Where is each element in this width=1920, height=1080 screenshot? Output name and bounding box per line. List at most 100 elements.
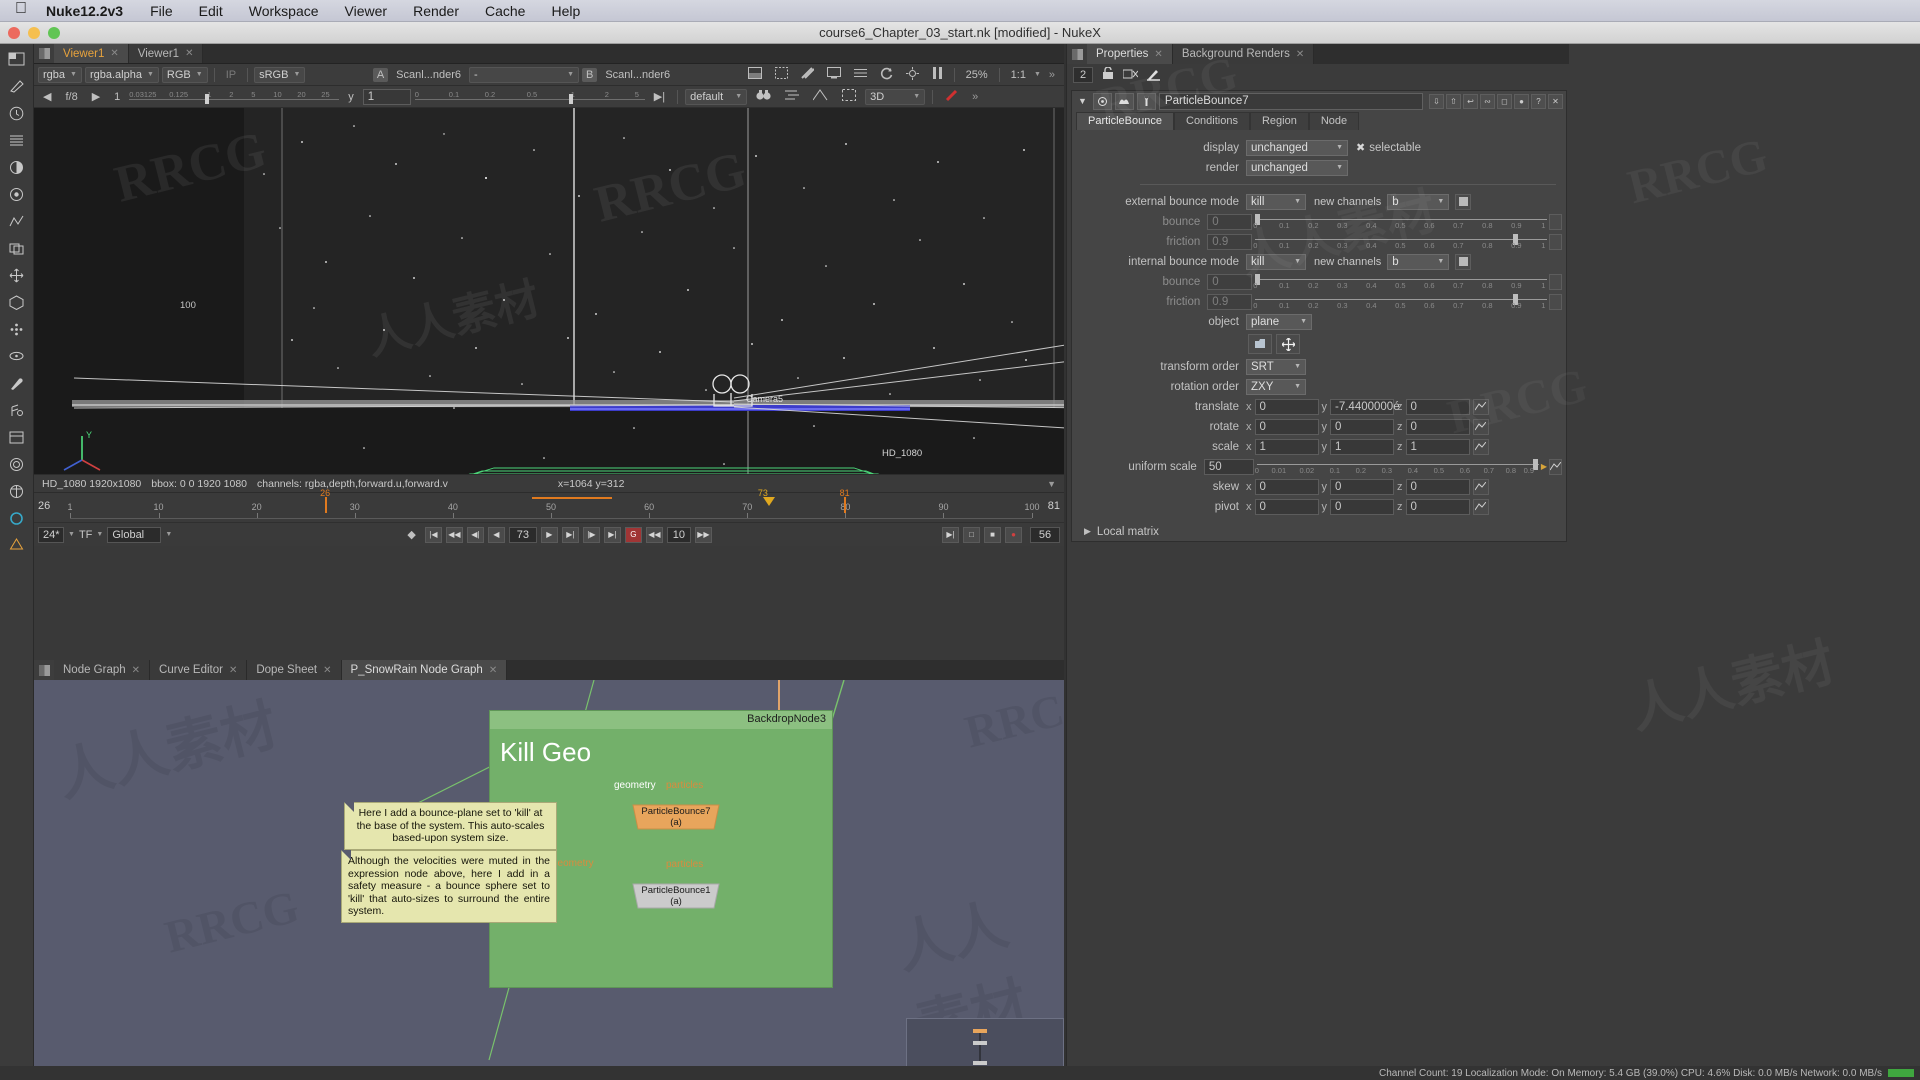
end-value-field[interactable]: 56 bbox=[1030, 526, 1061, 543]
chevron-down-icon[interactable]: ▼ bbox=[1034, 71, 1041, 78]
prev-keyframe-button[interactable]: ◀◀ bbox=[445, 526, 463, 543]
gain-reset-icon[interactable]: ◀ bbox=[38, 89, 56, 104]
scale-x-input[interactable]: 1 bbox=[1254, 438, 1319, 455]
tab-node-graph[interactable]: Node Graph ✕ bbox=[54, 660, 151, 680]
sticky-note-1[interactable]: Here I add a bounce-plane set to 'kill' … bbox=[344, 802, 557, 850]
object-dropdown[interactable]: plane ▼ bbox=[1246, 313, 1312, 330]
close-all-icon[interactable] bbox=[1122, 68, 1139, 83]
node-graph-panel-grip[interactable] bbox=[34, 660, 54, 680]
close-icon[interactable]: ✕ bbox=[229, 665, 237, 676]
scale-animation-button[interactable] bbox=[1472, 438, 1489, 455]
external-friction-input[interactable]: 0.9 bbox=[1207, 233, 1253, 250]
tab-dope-sheet[interactable]: Dope Sheet ✕ bbox=[247, 660, 342, 680]
transform-order-dropdown[interactable]: SRT ▼ bbox=[1246, 358, 1306, 375]
load-settings-icon[interactable]: ⇩ bbox=[1429, 93, 1444, 109]
internal-bounce-input[interactable]: 0 bbox=[1207, 273, 1253, 290]
node-tab-conditions[interactable]: Conditions bbox=[1174, 112, 1250, 130]
monitor-out-icon[interactable] bbox=[822, 66, 846, 83]
menubar-app-name[interactable]: Nuke12.2v3 bbox=[46, 3, 123, 19]
tab-background-renders[interactable]: Background Renders ✕ bbox=[1172, 44, 1315, 64]
expand-toolbar2-icon[interactable]: » bbox=[967, 90, 983, 104]
properties-panel-grip[interactable] bbox=[1067, 44, 1087, 64]
pixel-ratio[interactable]: 1:1 bbox=[1006, 68, 1031, 82]
keyframe-icon[interactable]: ◆ bbox=[402, 527, 420, 542]
toolsets-icon[interactable] bbox=[5, 480, 29, 502]
external-bounce-mode-dropdown[interactable]: kill ▼ bbox=[1246, 193, 1306, 210]
pivot-animation-button[interactable] bbox=[1472, 498, 1489, 515]
display-dropdown[interactable]: unchanged ▼ bbox=[1246, 139, 1348, 156]
external-bounce-input[interactable]: 0 bbox=[1207, 213, 1253, 230]
viewer-canvas[interactable]: Camera5 Y 100 HD_1080 bbox=[34, 108, 1064, 474]
menu-file[interactable]: File bbox=[150, 3, 173, 19]
close-button[interactable] bbox=[8, 27, 20, 39]
transform-nodes-icon[interactable] bbox=[5, 264, 29, 286]
timeline-track[interactable]: 1 10 20 30 40 50 60 70 80 90 100 bbox=[67, 488, 1040, 519]
tf-label[interactable]: TF bbox=[79, 529, 92, 541]
binoculars-icon[interactable] bbox=[751, 88, 776, 105]
status-expand-icon[interactable]: ▼ bbox=[1047, 479, 1056, 489]
pivot-z-input[interactable]: 0 bbox=[1405, 498, 1470, 515]
gamma-slider[interactable]: 0 0.1 0.2 0.5 1 2 5 bbox=[414, 88, 645, 106]
move-transform-button[interactable] bbox=[1276, 334, 1300, 354]
timeline-marker-end[interactable] bbox=[844, 497, 847, 513]
channel-nodes-icon[interactable] bbox=[5, 129, 29, 151]
apple-logo-icon[interactable]:  bbox=[10, 1, 32, 20]
internal-friction-animation-button[interactable] bbox=[1549, 293, 1562, 310]
tab-curve-editor[interactable]: Curve Editor ✕ bbox=[150, 660, 248, 680]
copy-geometry-button[interactable] bbox=[1248, 334, 1272, 354]
chevron-down-icon[interactable]: ▼ bbox=[96, 531, 103, 538]
colorspace-dropdown[interactable]: sRGB ▼ bbox=[254, 66, 306, 83]
window-controls[interactable] bbox=[8, 27, 60, 39]
proxy-icon[interactable] bbox=[796, 66, 819, 83]
close-icon[interactable]: ✕ bbox=[489, 665, 497, 676]
menu-viewer[interactable]: Viewer bbox=[345, 3, 388, 19]
record-icon[interactable]: ● bbox=[1005, 526, 1023, 543]
list-icon[interactable] bbox=[849, 67, 872, 83]
timeline-marker-start[interactable] bbox=[324, 497, 327, 513]
node-name-field[interactable]: ParticleBounce7 bbox=[1158, 92, 1423, 110]
external-channel-mask-button[interactable] bbox=[1455, 193, 1472, 210]
tab-properties[interactable]: Properties ✕ bbox=[1087, 44, 1173, 64]
external-bounce-animation-button[interactable] bbox=[1549, 213, 1562, 230]
external-bounce-slider[interactable]: 0 0.1 0.2 0.3 0.4 0.5 0.6 0.7 0.8 0.9 1 bbox=[1253, 213, 1548, 230]
step-forward-button[interactable]: ▶| bbox=[561, 526, 579, 543]
internal-bounce-mode-dropdown[interactable]: kill ▼ bbox=[1246, 253, 1306, 270]
refresh-icon[interactable] bbox=[875, 66, 898, 84]
close-icon[interactable]: ✕ bbox=[1296, 49, 1304, 60]
input-operation-dropdown[interactable]: - ▼ bbox=[469, 66, 579, 83]
node-particlebounce7[interactable]: ParticleBounce7 (a) bbox=[630, 802, 722, 832]
close-properties-icon[interactable]: ✕ bbox=[1548, 93, 1563, 109]
node-color-icon[interactable] bbox=[1092, 92, 1112, 110]
close-icon[interactable]: ✕ bbox=[1154, 49, 1162, 60]
pin-icon[interactable]: ● bbox=[1514, 93, 1529, 109]
stereo-nodes-icon[interactable] bbox=[5, 399, 29, 421]
translate-x-input[interactable]: 0 bbox=[1254, 398, 1319, 415]
paint-nodes-icon[interactable] bbox=[5, 372, 29, 394]
fps-field[interactable]: 24* bbox=[38, 526, 64, 543]
skew-animation-button[interactable] bbox=[1472, 478, 1489, 495]
lock-icon[interactable] bbox=[1101, 66, 1115, 83]
skew-z-input[interactable]: 0 bbox=[1405, 478, 1470, 495]
lock-range-icon[interactable]: ■ bbox=[984, 526, 1002, 543]
view-mode-dropdown[interactable]: 3D ▼ bbox=[865, 88, 926, 105]
sticky-note-2[interactable]: Although the velocities were muted in th… bbox=[341, 850, 557, 923]
node-graph-canvas[interactable]: 人人素材 RRCG RRCG 人人素材 人人素材 bbox=[34, 680, 1064, 1080]
gain-value[interactable]: 1 bbox=[109, 90, 125, 104]
external-friction-animation-button[interactable] bbox=[1549, 233, 1562, 250]
layer-dropdown[interactable]: rgba.alpha ▼ bbox=[84, 66, 159, 83]
internal-friction-input[interactable]: 0.9 bbox=[1207, 293, 1253, 310]
fullframe-icon[interactable]: □ bbox=[963, 526, 981, 543]
minimize-button[interactable] bbox=[28, 27, 40, 39]
expand-triangle-icon[interactable]: ▶ bbox=[1084, 526, 1091, 537]
curve-icon[interactable] bbox=[808, 88, 833, 105]
increment-field[interactable]: 10 bbox=[666, 526, 691, 543]
revert-icon[interactable]: ↩ bbox=[1463, 93, 1478, 109]
play-button[interactable]: ▶ bbox=[540, 526, 558, 543]
last-frame-button[interactable]: ▶| bbox=[603, 526, 621, 543]
rotate-animation-button[interactable] bbox=[1472, 418, 1489, 435]
timeline-playhead[interactable] bbox=[762, 497, 775, 506]
chevron-down-icon[interactable]: ▼ bbox=[165, 531, 172, 538]
uniform-scale-input[interactable]: 50 bbox=[1203, 458, 1254, 475]
frame-back-button[interactable]: ◀◀ bbox=[645, 526, 663, 543]
gain-slider-arrow-icon[interactable]: ▶ bbox=[87, 89, 105, 104]
